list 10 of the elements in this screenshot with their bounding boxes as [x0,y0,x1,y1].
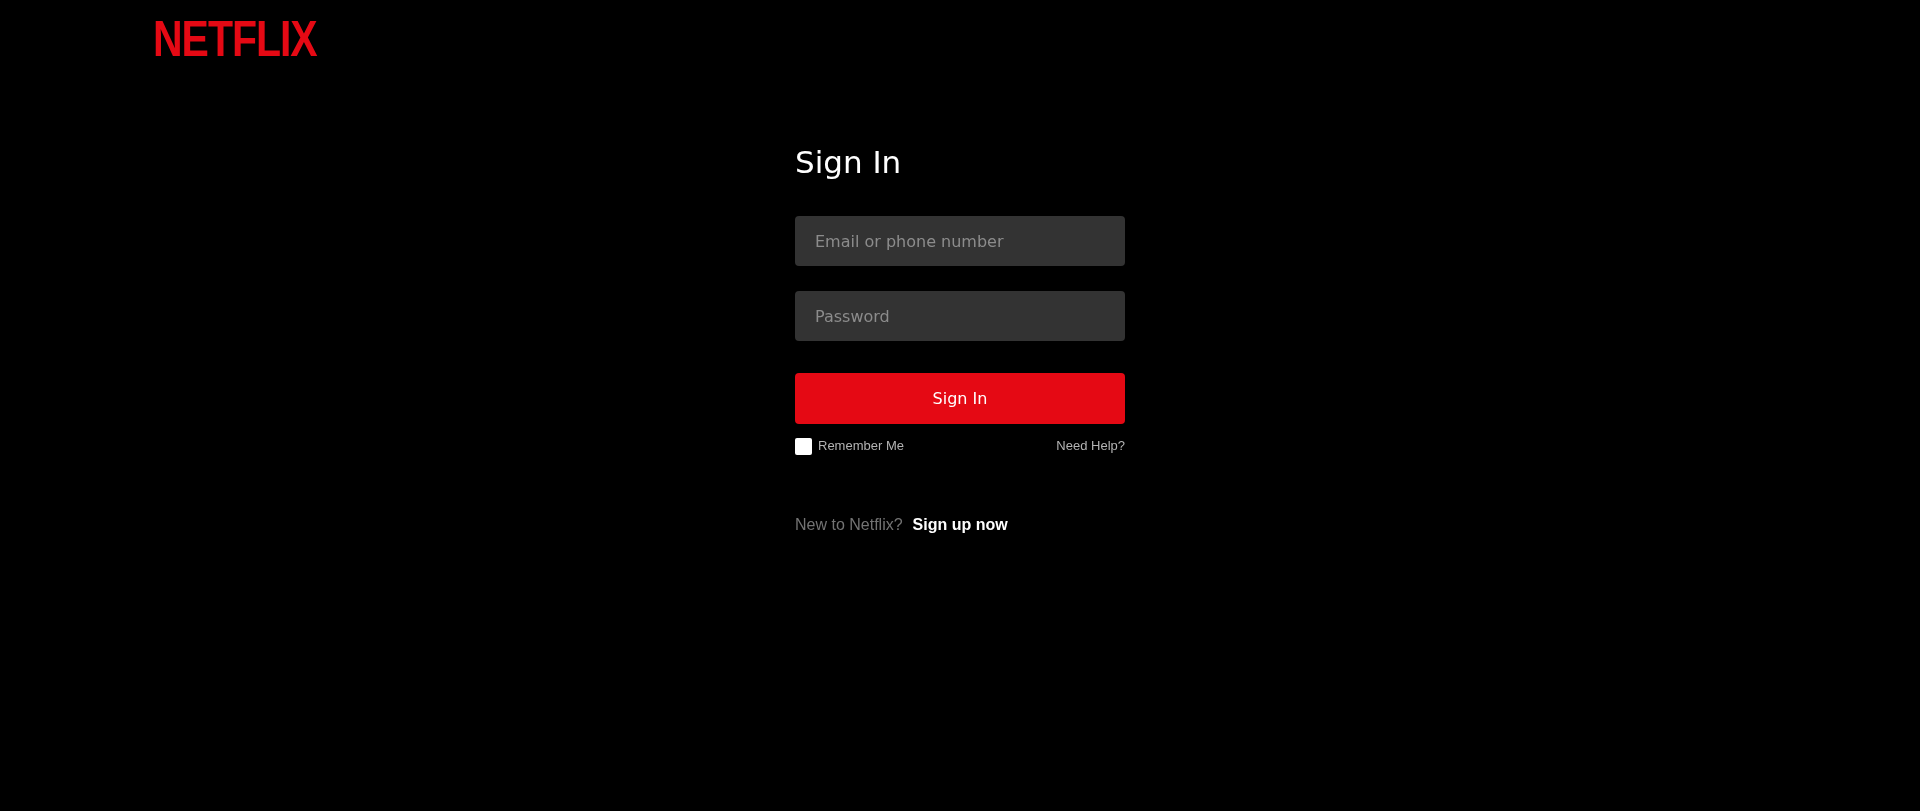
input-field[interactable]: Email or phone number [795,216,1125,266]
remember-checkbox[interactable] [795,437,812,455]
help-link[interactable]: Need Help? [1056,436,1125,456]
page-title: Sign In [795,143,903,182]
input-field[interactable]: Password [795,291,1125,341]
netflix-logo[interactable]: NETFLIX [153,14,317,64]
remember-label: Remember Me [818,437,904,456]
sign-in-button[interactable]: Sign In [795,373,1125,424]
signup-prompt: New to Netflix? [795,515,903,535]
signup-link[interactable]: Sign up now [912,513,1008,537]
